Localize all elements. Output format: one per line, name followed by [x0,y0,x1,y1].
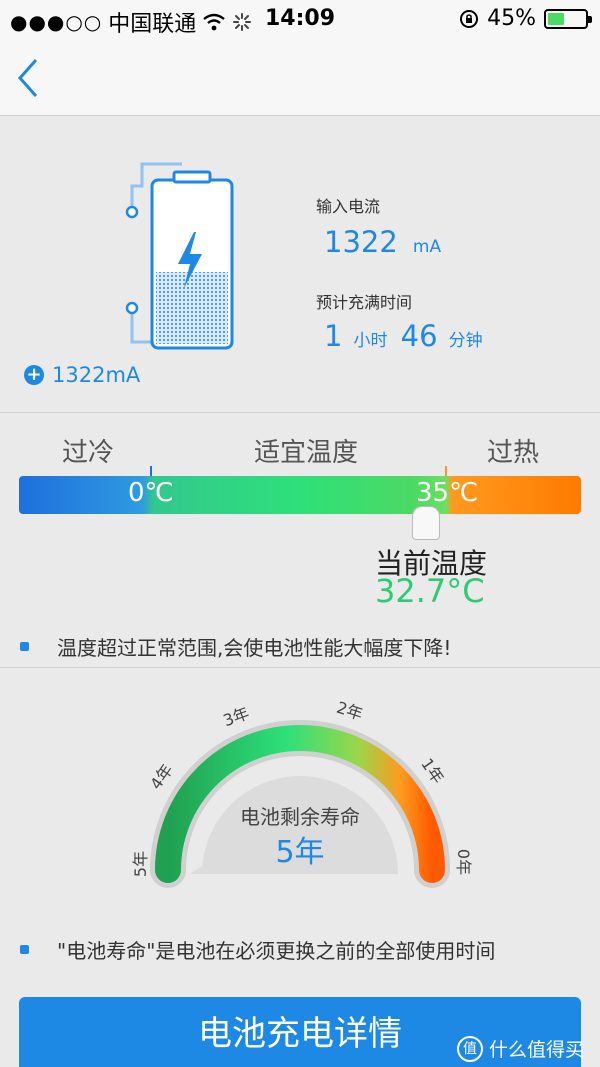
battery-charging-icon [125,162,234,350]
input-current-value-row: 1322 mA [316,225,441,259]
temperature-note: 温度超过正常范围,会使电池性能大幅度下降! [20,632,451,661]
watermark: 值 什么值得买 [456,1035,584,1062]
life-note: "电池寿命"是电池在必须更换之前的全部使用时间 [20,935,495,964]
input-current-unit: mA [412,237,442,257]
nav-bar [0,40,600,116]
current-temp-value: 32.7°C [375,572,485,610]
current-tag-label: 1322mA [52,363,141,387]
tick-5-years: 5年 [131,851,150,877]
hot-label: 过热 [487,438,540,468]
charging-info-section: + 1322mA 输入电流 1322 mA 预计充满时间 1 小时 46 分钟 [0,117,600,413]
back-chevron-icon[interactable] [14,56,44,100]
watermark-logo-icon: 值 [456,1035,483,1062]
input-current-value: 1322 [324,225,398,259]
temperature-indicator[interactable] [412,506,440,540]
temperature-note-text: 温度超过正常范围,会使电池性能大幅度下降! [57,636,452,660]
tick-1-year: 1年 [417,755,448,787]
bullet-icon [20,945,29,954]
low-threshold-label: 0℃ [128,478,174,508]
rotation-lock-icon [460,9,479,28]
tick-2-years: 2年 [334,698,365,724]
input-current-label: 输入电流 [316,197,381,216]
plus-icon: + [24,365,44,385]
battery-percent: 45% [487,6,536,31]
tick-0-years: 0年 [454,849,473,875]
battery-life-gauge: 电池剩余寿命 5年 5年 4年 3年 2年 1年 0年 [131,698,473,888]
hours-value: 1 [324,319,343,353]
minutes-value: 46 [400,319,438,353]
life-value: 5年 [275,835,324,870]
life-note-text: "电池寿命"是电池在必须更换之前的全部使用时间 [57,939,496,963]
hours-unit: 小时 [353,331,388,351]
status-bar: ●●●○○ 中国联通 14:09 45% [0,0,600,40]
watermark-text: 什么值得买 [488,1039,584,1061]
ok-label: 适宜温度 [254,438,359,468]
full-time-value-row: 1 小时 46 分钟 [316,319,483,353]
high-threshold-label: 35℃ [416,478,479,508]
temperature-bar [19,476,581,514]
life-title: 电池剩余寿命 [240,805,360,829]
current-tag: + 1322mA [24,363,140,387]
cold-label: 过冷 [62,438,115,468]
tick-4-years: 4年 [146,761,177,793]
tick-3-years: 3年 [221,703,252,730]
minutes-unit: 分钟 [448,331,483,351]
temperature-section: 过冷 适宜温度 过热 0℃ 35℃ 当前温度 32.7°C 温度超过正常范围,会… [0,414,600,668]
full-time-label: 预计充满时间 [316,293,413,312]
battery-status-icon [544,8,592,29]
bullet-icon [20,642,29,651]
battery-life-section: 电池剩余寿命 5年 5年 4年 3年 2年 1年 0年 "电池寿命"是电池在必须… [0,669,600,1067]
